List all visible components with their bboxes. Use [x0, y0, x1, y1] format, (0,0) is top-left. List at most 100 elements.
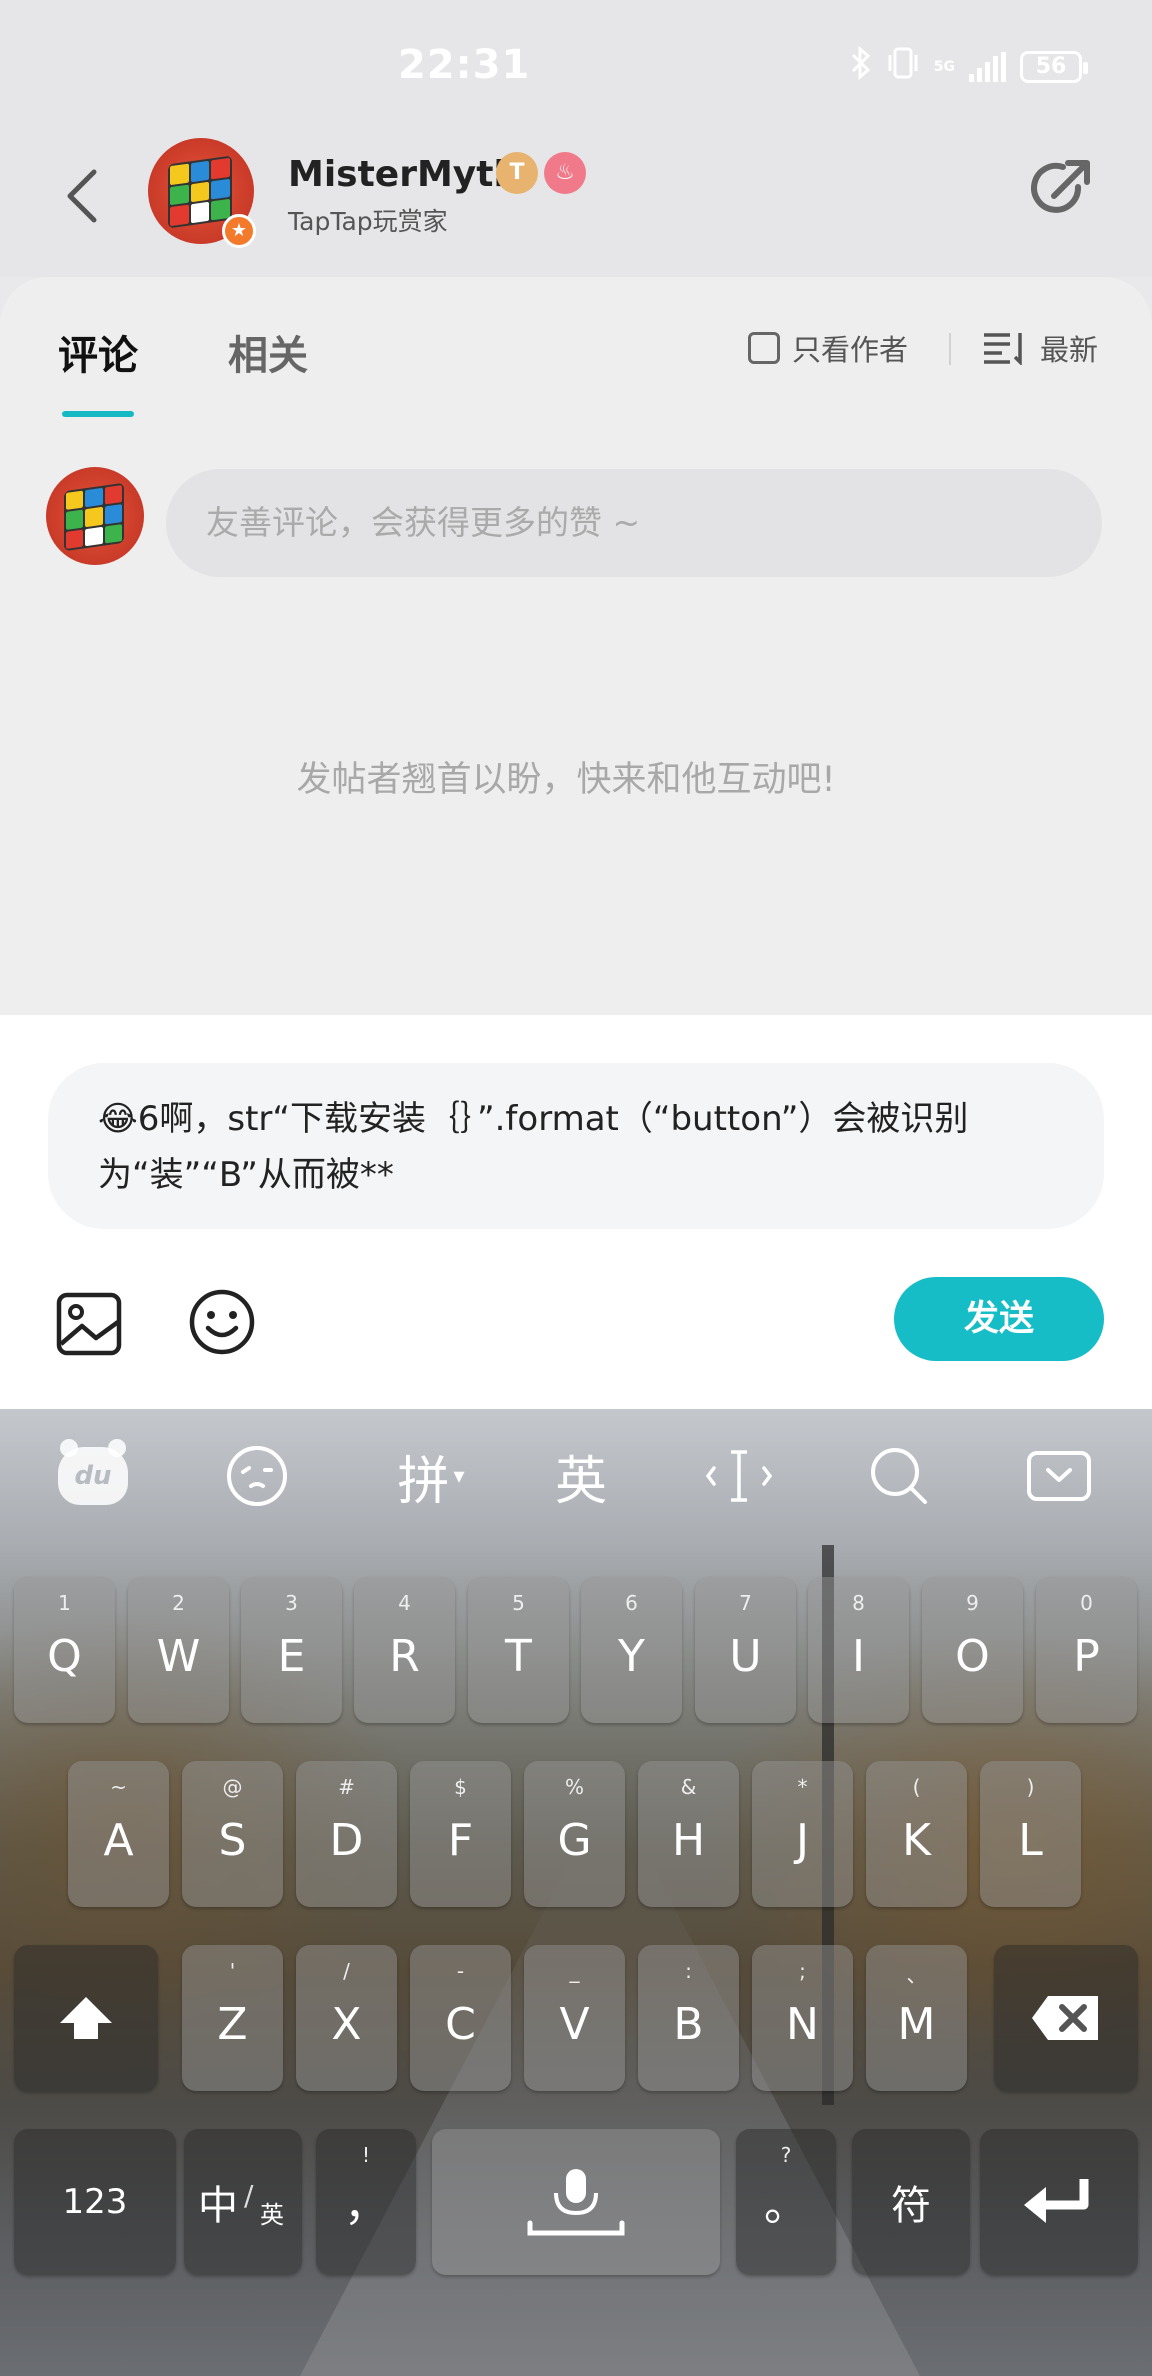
tap-level-badge: T [496, 152, 538, 194]
key-w[interactable]: 2W [128, 1577, 229, 1723]
sort-icon [984, 333, 1022, 365]
shift-key[interactable] [14, 1945, 158, 2091]
backspace-key[interactable] [994, 1945, 1138, 2091]
compose-textarea[interactable]: 😂6啊，str“下载安装｛｝”.format（“button”）会被识别为“装”… [48, 1063, 1104, 1229]
author-title: TapTap玩赏家 [288, 207, 448, 236]
author-avatar[interactable]: ★ [148, 138, 256, 248]
key-q[interactable]: 1Q [14, 1577, 115, 1723]
english-mode-button[interactable]: 英 [546, 1441, 616, 1512]
period-key[interactable]: ?。 [736, 2129, 836, 2275]
enter-arrow-icon [1024, 2179, 1089, 2223]
soft-keyboard: du 拼 ▾ 英 1 Q 2 W 3 E 4 R 5 T 6 Y 7 U 8 I… [0, 1409, 1152, 2376]
key-p[interactable]: 0P [1036, 1577, 1137, 1723]
cursor-button[interactable] [704, 1441, 774, 1511]
status-bar: 22:31 5G 56 [0, 0, 1152, 132]
key-c[interactable]: -C [410, 1945, 511, 2091]
du-bear-icon: du [58, 1439, 128, 1505]
share-icon [1031, 160, 1090, 213]
key-l[interactable]: ) L [980, 1761, 1081, 1907]
key-i[interactable]: 8I [808, 1577, 909, 1723]
author-name[interactable]: MisterMyth [288, 154, 519, 195]
hide-keyboard-button[interactable] [1026, 1441, 1092, 1511]
en-label: 英 [260, 2201, 284, 2229]
key-j[interactable]: * J [752, 1761, 853, 1907]
du-menu-button[interactable]: du [58, 1439, 128, 1511]
key-b[interactable]: :B [638, 1945, 739, 2091]
compose-area: 😂6啊，str“下载安装｛｝”.format（“button”）会被识别为“装”… [0, 1015, 1152, 1409]
fire-badge-icon: ♨ [544, 152, 586, 194]
back-button[interactable] [52, 158, 112, 234]
bluetooth-icon [850, 45, 872, 88]
key-d[interactable]: # D [296, 1761, 397, 1907]
status-time: 22:31 [398, 42, 531, 88]
key-f[interactable]: $ F [410, 1761, 511, 1907]
chevron-left-icon [67, 169, 97, 223]
share-button[interactable] [1026, 154, 1096, 224]
emoticon-button[interactable] [224, 1441, 290, 1511]
slash-separator: / [244, 2179, 254, 2212]
only-author-label: 只看作者 [792, 333, 909, 367]
comment-input[interactable]: 友善评论，会获得更多的赞 ~ [166, 469, 1102, 577]
tab-comments[interactable]: 评论 [58, 323, 138, 381]
keyboard-collapse-icon [1027, 1451, 1091, 1501]
only-author-toggle[interactable]: 只看作者 [748, 327, 908, 369]
filter-divider [949, 333, 951, 365]
key-m[interactable]: 、 M [866, 1945, 967, 2091]
key-n[interactable]: ; N [752, 1945, 853, 2091]
zh-en-switch-key[interactable]: 中 / 英 [184, 2129, 302, 2275]
active-tab-indicator [62, 411, 134, 417]
smiley-icon [189, 1289, 255, 1355]
chevron-down-icon: ▾ [453, 1463, 465, 1489]
key-g[interactable]: % G [524, 1761, 625, 1907]
post-header: ★ MisterMyth T ♨ TapTap玩赏家 [0, 132, 1152, 277]
zh-label: 中 [198, 2183, 238, 2229]
emoji-button[interactable] [188, 1288, 256, 1356]
verified-badge-icon: ★ [222, 214, 256, 248]
wink-face-icon [227, 1446, 287, 1506]
key-r[interactable]: 4R [354, 1577, 455, 1723]
cursor-move-icon [706, 1450, 772, 1502]
key-u[interactable]: 7U [695, 1577, 796, 1723]
shift-arrow-icon [60, 1997, 112, 2039]
only-author-checkbox[interactable] [748, 332, 780, 364]
rubiks-cube-icon [64, 482, 124, 552]
key-z[interactable]: ' Z [182, 1945, 283, 2091]
signal-icon [969, 52, 1006, 82]
numbers-key[interactable]: 123 [14, 2129, 176, 2275]
sort-button[interactable]: 最新 [982, 327, 1098, 369]
search-button[interactable] [866, 1441, 932, 1511]
vibrate-icon [886, 47, 920, 87]
key-a[interactable]: ~ A [68, 1761, 169, 1907]
battery-indicator: 56 [1020, 51, 1088, 83]
image-button[interactable] [56, 1292, 122, 1356]
key-v[interactable]: _ V [524, 1945, 625, 2091]
key-k[interactable]: (K [866, 1761, 967, 1907]
pinyin-label: 拼 [397, 1451, 450, 1512]
key-o[interactable]: 9O [922, 1577, 1023, 1723]
my-avatar [46, 467, 144, 565]
key-h[interactable]: & H [638, 1761, 739, 1907]
key-t[interactable]: 5T [468, 1577, 569, 1723]
symbols-key[interactable]: 符 [852, 2129, 970, 2275]
comments-panel: 评论 相关 只看作者 最新 友善评论，会获得更多的赞 ~ 发帖者翘首以盼，快来和… [0, 277, 1152, 1015]
key-e[interactable]: 3E [241, 1577, 342, 1723]
sort-label: 最新 [1040, 333, 1099, 367]
microphone-icon [527, 2169, 625, 2236]
space-voice-key[interactable] [432, 2129, 720, 2275]
image-icon [56, 1292, 122, 1356]
key-x[interactable]: / X [296, 1945, 397, 2091]
comma-key[interactable]: !， [316, 2129, 416, 2275]
search-icon [871, 1448, 927, 1504]
network-label: 5G [933, 59, 955, 75]
key-y[interactable]: 6Y [581, 1577, 682, 1723]
empty-comments-hint: 发帖者翘首以盼，快来和他互动吧! [296, 760, 836, 800]
backspace-icon [1032, 1996, 1098, 2040]
status-icons: 5G 56 [850, 45, 1088, 88]
keyboard-toolbar: du 拼 ▾ 英 [0, 1409, 1152, 1549]
send-button[interactable]: 发送 [894, 1277, 1104, 1361]
rubiks-cube-icon [168, 155, 232, 229]
enter-key[interactable] [980, 2129, 1138, 2275]
pinyin-mode-button[interactable]: 拼 ▾ [386, 1441, 476, 1512]
key-s[interactable]: @ S [182, 1761, 283, 1907]
tab-related[interactable]: 相关 [228, 323, 308, 381]
